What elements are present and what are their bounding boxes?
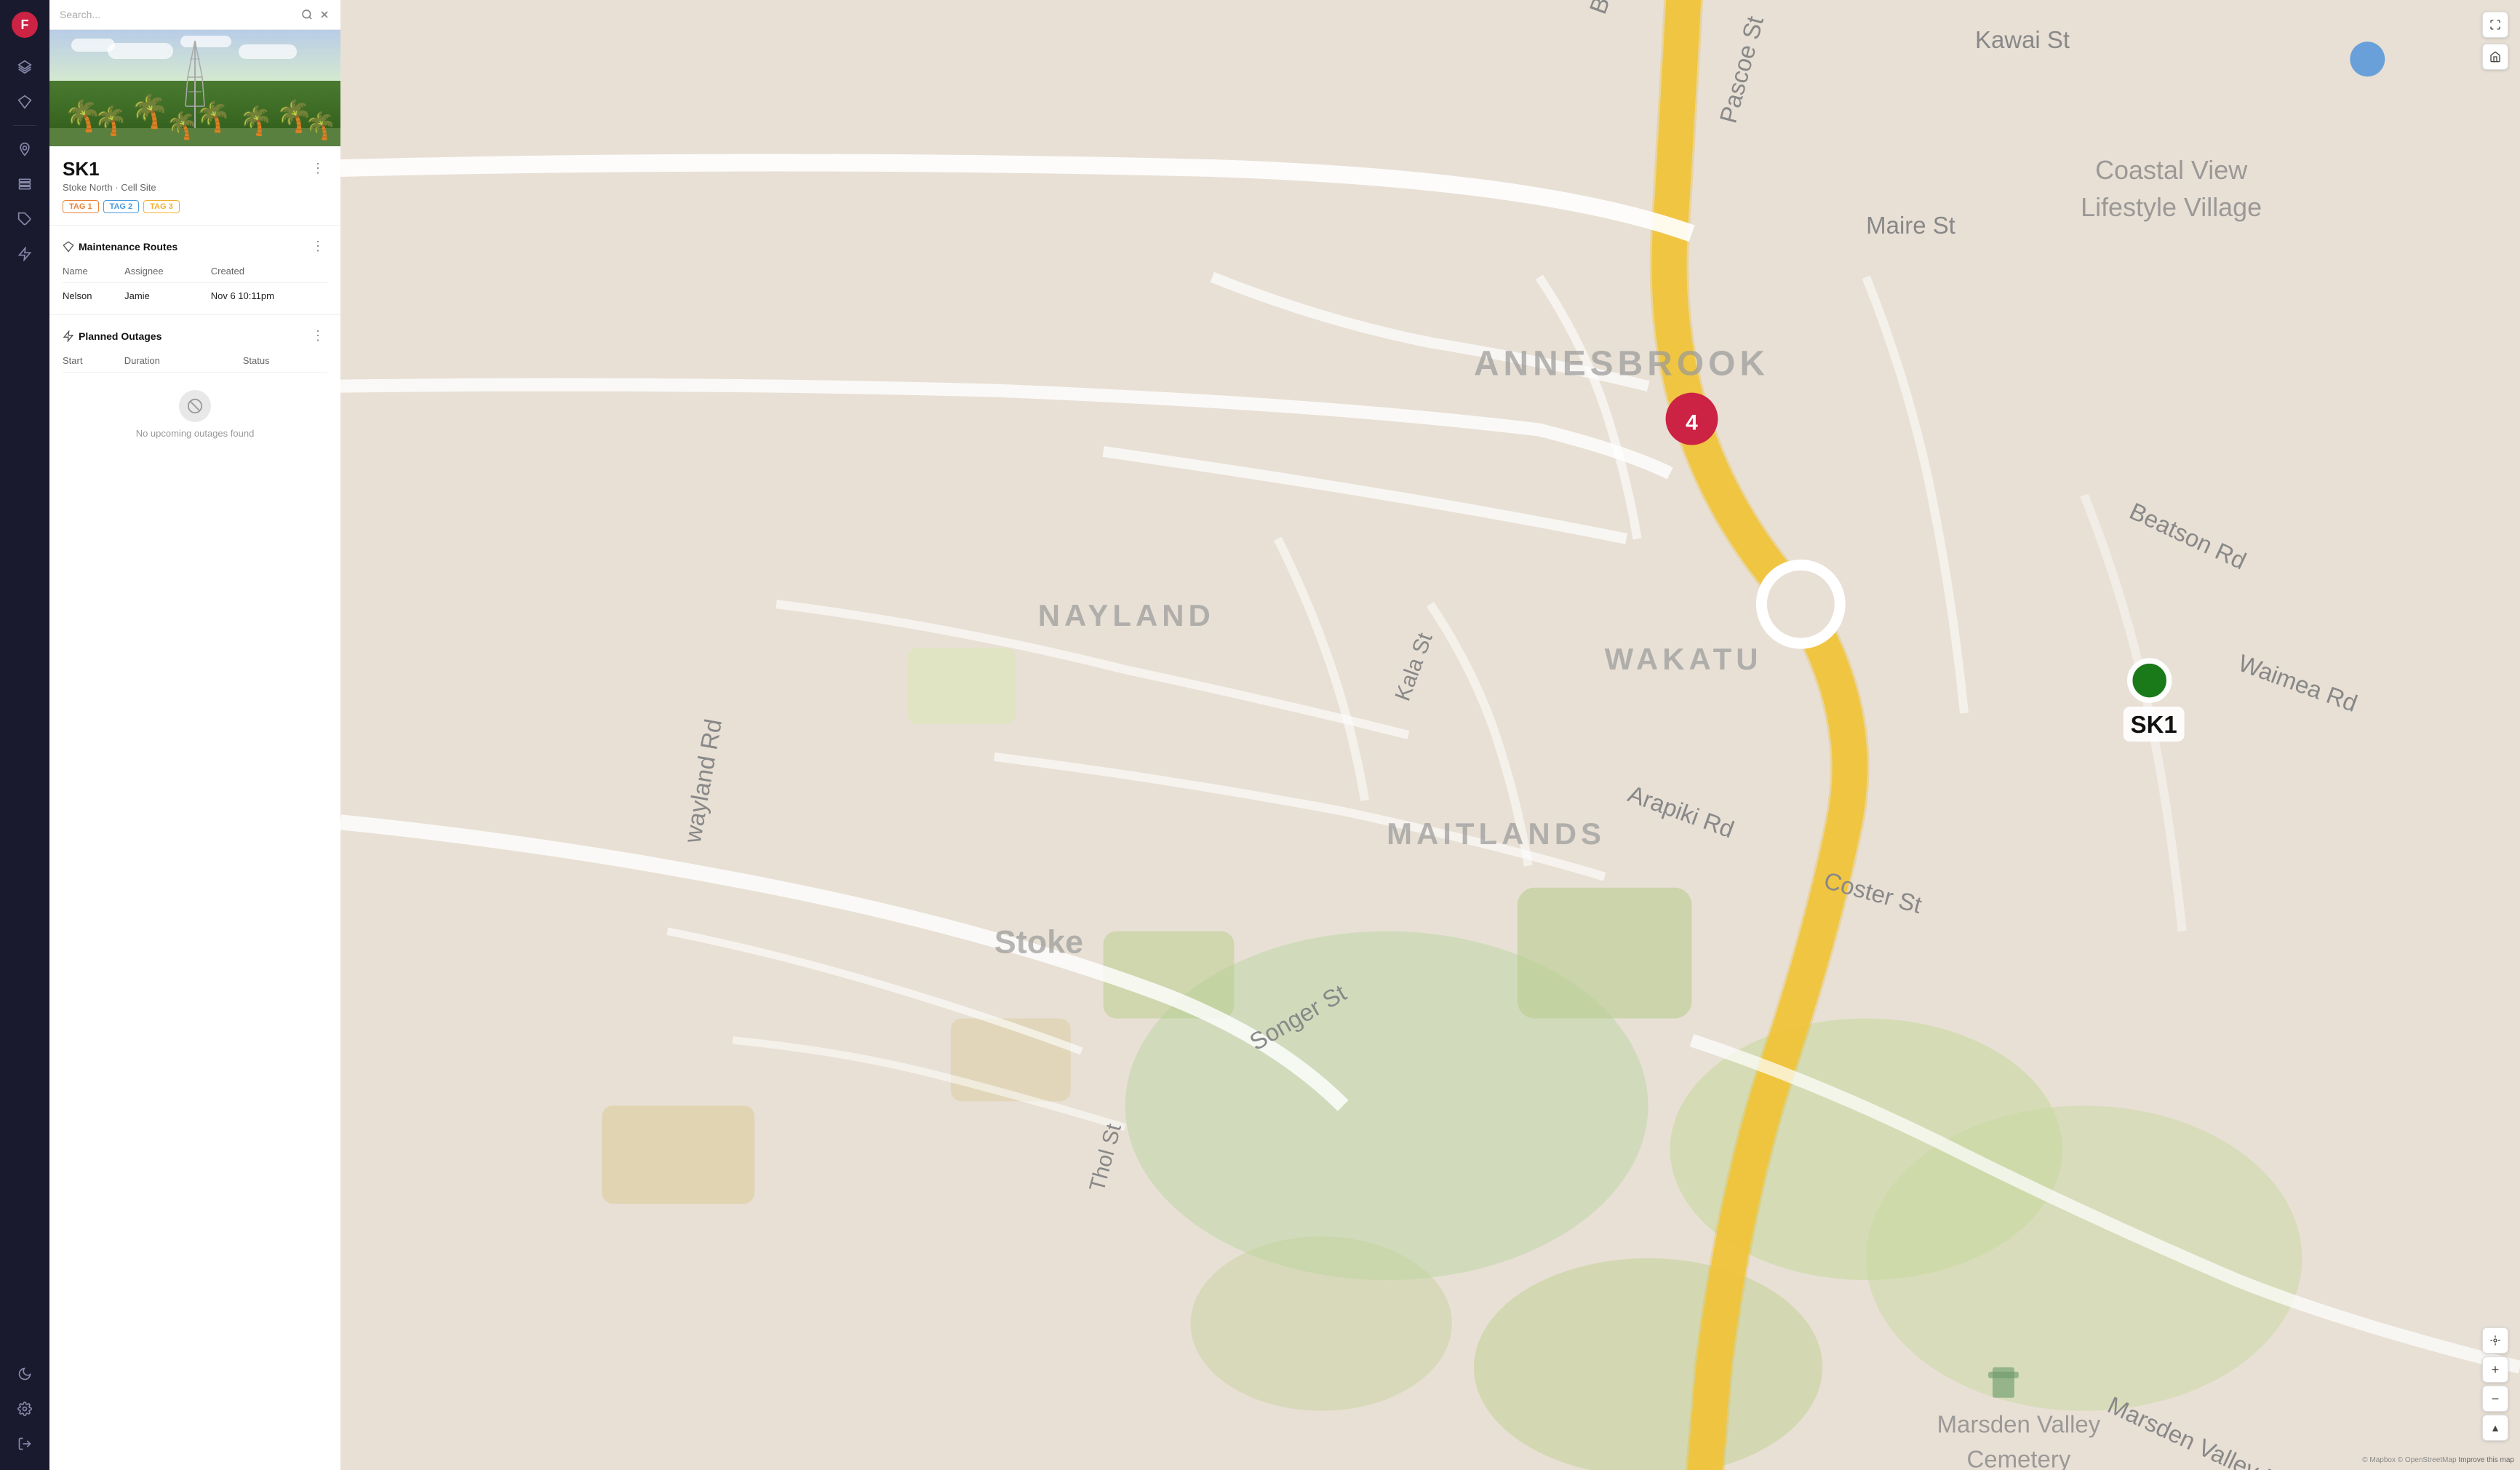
map-fullscreen-button[interactable]	[2482, 12, 2508, 38]
site-tag-3: TAG 3	[143, 200, 180, 213]
maintenance-routes-title: Maintenance Routes	[63, 241, 178, 253]
table-row: Nelson Jamie Nov 6 10:11pm	[63, 283, 327, 305]
map-improve-link[interactable]: Improve this map	[2458, 1456, 2514, 1464]
row-name: Nelson	[63, 283, 113, 305]
svg-text:Marsden Valley: Marsden Valley	[1937, 1411, 2101, 1438]
map-attribution: © Mapbox © OpenStreetMap Improve this ma…	[2362, 1456, 2514, 1464]
outage-col-start: Start	[63, 355, 113, 373]
planned-outages-more-button[interactable]: ⋮	[308, 325, 327, 346]
site-subtitle: Stoke North · Cell Site	[63, 182, 327, 193]
nav-bolt-button[interactable]	[10, 239, 39, 269]
no-outages-icon	[179, 390, 211, 422]
planned-outages-table: Start Duration Status	[63, 355, 327, 373]
planned-outages-title: Planned Outages	[63, 330, 162, 342]
outage-col-duration: Duration	[113, 355, 231, 373]
nav-diamond-button[interactable]	[10, 87, 39, 116]
site-tag-2: TAG 2	[103, 200, 140, 213]
nav-divider	[13, 125, 36, 126]
svg-text:MAITLANDS: MAITLANDS	[1387, 817, 1606, 851]
nav-settings-button[interactable]	[10, 1394, 39, 1423]
svg-text:Cemetery: Cemetery	[1967, 1446, 2071, 1470]
svg-text:Lifestyle Village: Lifestyle Village	[2081, 192, 2262, 222]
site-tags: TAG 1 TAG 2 TAG 3	[63, 200, 327, 213]
maintenance-routes-table: Name Assignee Created Nelson Jamie Nov 6…	[63, 266, 327, 304]
planned-outages-section: Planned Outages ⋮ Start Duration Status …	[49, 314, 340, 461]
site-more-button[interactable]: ⋮	[308, 158, 327, 179]
app-logo[interactable]: F	[12, 12, 38, 38]
row-created: Nov 6 10:11pm	[199, 283, 327, 305]
nav-tag-button[interactable]	[10, 204, 39, 234]
maintenance-routes-header: Maintenance Routes ⋮	[63, 236, 327, 257]
col-name: Name	[63, 266, 113, 283]
svg-text:Coastal View: Coastal View	[2095, 155, 2248, 185]
nav-dark-mode-button[interactable]	[10, 1359, 39, 1388]
route-icon	[63, 241, 74, 253]
svg-text:F: F	[21, 17, 29, 32]
site-image: 🌴 🌴 🌴 🌴 🌴 🌴 🌴 🌴	[49, 30, 340, 146]
svg-text:SK1: SK1	[2131, 711, 2177, 738]
svg-text:ANNESBROOK: ANNESBROOK	[1474, 345, 1769, 384]
svg-text:Kawai St: Kawai St	[1975, 26, 2070, 53]
map-zoom-out-button[interactable]: −	[2482, 1386, 2508, 1412]
map-svg: Bull Rd Pascoe St Kawai St Tūka St Maire…	[340, 0, 2520, 1470]
nav-layers-button[interactable]	[10, 52, 39, 82]
svg-text:WAKATU: WAKATU	[1605, 642, 1763, 676]
planned-outages-empty: No upcoming outages found	[63, 373, 327, 450]
nav-location-button[interactable]	[10, 135, 39, 164]
maintenance-routes-more-button[interactable]: ⋮	[308, 236, 327, 257]
site-title: SK1	[63, 158, 100, 180]
site-tag-1: TAG 1	[63, 200, 99, 213]
left-navigation: F	[0, 0, 49, 1470]
search-bar	[49, 0, 340, 30]
svg-text:NAYLAND: NAYLAND	[1038, 598, 1215, 632]
search-input[interactable]	[60, 9, 295, 20]
search-clear-button[interactable]	[319, 9, 330, 20]
nav-logout-button[interactable]	[10, 1429, 39, 1458]
map-area: Bull Rd Pascoe St Kawai St Tūka St Maire…	[340, 0, 2520, 1470]
map-compass-button[interactable]: ▲	[2482, 1415, 2508, 1441]
map-controls-top-right	[2482, 12, 2508, 70]
side-panel: 🌴 🌴 🌴 🌴 🌴 🌴 🌴 🌴 SK1 ⋮ Stoke North · Cell…	[49, 0, 340, 1470]
outage-col-status: Status	[231, 355, 327, 373]
row-assignee: Jamie	[113, 283, 199, 305]
planned-outages-header: Planned Outages ⋮	[63, 325, 327, 346]
svg-text:Maire St: Maire St	[1866, 212, 1955, 239]
no-outages-text: No upcoming outages found	[136, 428, 255, 439]
site-header: SK1 ⋮	[63, 158, 327, 180]
search-button[interactable]	[301, 9, 313, 20]
map-location-button[interactable]	[2482, 1327, 2508, 1354]
nav-list-button[interactable]	[10, 170, 39, 199]
map-controls-bottom-right: + − ▲	[2482, 1327, 2508, 1441]
site-info: SK1 ⋮ Stoke North · Cell Site TAG 1 TAG …	[49, 146, 340, 225]
map-home-button[interactable]	[2482, 44, 2508, 70]
svg-text:Stoke: Stoke	[994, 923, 1083, 961]
map-zoom-in-button[interactable]: +	[2482, 1356, 2508, 1383]
svg-text:4: 4	[1686, 411, 1698, 435]
col-assignee: Assignee	[113, 266, 199, 283]
col-created: Created	[199, 266, 327, 283]
bolt-icon	[63, 330, 74, 342]
maintenance-routes-section: Maintenance Routes ⋮ Name Assignee Creat…	[49, 225, 340, 314]
